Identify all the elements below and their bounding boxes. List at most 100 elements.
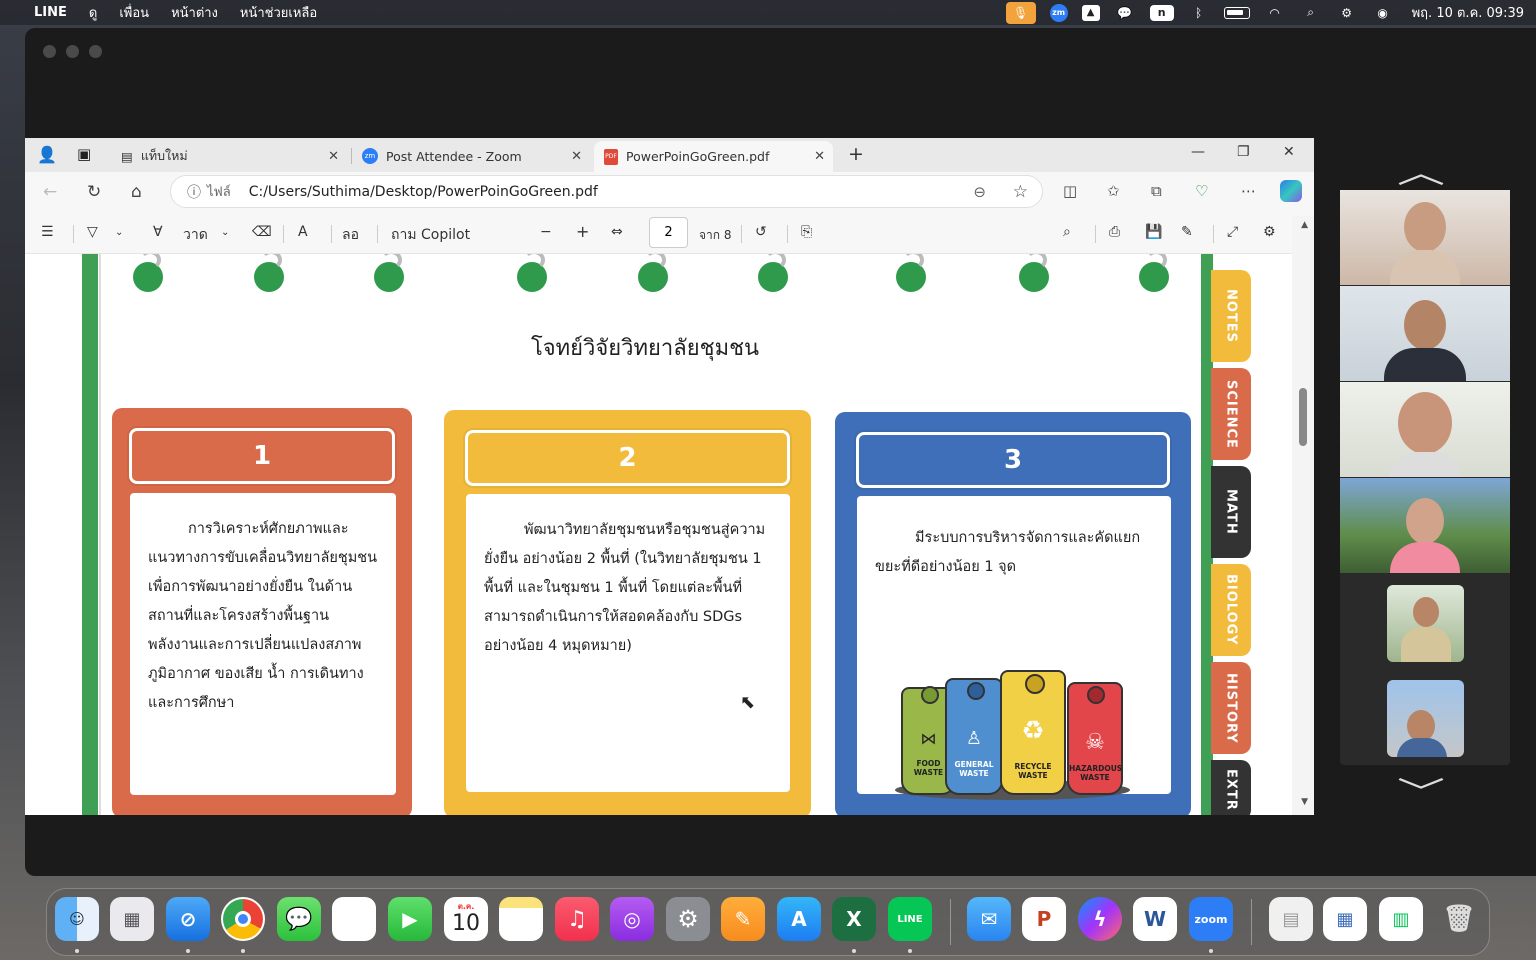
calendar-app[interactable]: ต.ค. 10	[444, 897, 488, 941]
app-store-app[interactable]: A	[777, 897, 821, 941]
back-icon[interactable]: ←	[43, 182, 57, 202]
recent-document-thumb-3[interactable]: ▥	[1379, 897, 1423, 941]
menu-clock[interactable]: พฤ. 10 ต.ค. 09:39	[1412, 2, 1524, 23]
participant-video-2[interactable]	[1340, 286, 1510, 381]
side-tab-extra[interactable]: EXTR	[1211, 760, 1251, 815]
draw-icon[interactable]: ∀	[153, 224, 163, 240]
table-of-contents-icon[interactable]: ☰	[41, 224, 54, 240]
print-icon[interactable]: ⎙	[1109, 224, 1120, 240]
trash-icon[interactable]: 🗑	[1437, 897, 1481, 941]
participant-video-5[interactable]	[1387, 585, 1464, 662]
settings-gear-icon[interactable]: ⚙	[1263, 224, 1276, 240]
chrome-app[interactable]	[221, 897, 265, 941]
scroll-up-participants-icon[interactable]: ︿	[1397, 148, 1445, 192]
new-tab-button[interactable]: +	[848, 143, 864, 165]
pdf-scrollbar[interactable]: ▲ ▼	[1292, 216, 1314, 815]
search-icon[interactable]: ⌕	[1063, 224, 1071, 240]
home-icon[interactable]: ⌂	[131, 182, 142, 202]
participant-video-4[interactable]	[1340, 478, 1510, 573]
browser-essentials-icon[interactable]: ♡	[1195, 182, 1208, 200]
photos-app[interactable]: ✿	[332, 897, 376, 941]
chevron-down-icon[interactable]: ⌄	[221, 227, 229, 238]
launchpad-app[interactable]: ▦	[110, 897, 154, 941]
participant-video-3[interactable]	[1340, 382, 1510, 477]
system-settings-app[interactable]: ⚙	[666, 897, 710, 941]
tab-actions-icon[interactable]: ▣	[77, 145, 91, 163]
save-as-icon[interactable]: ✎	[1181, 224, 1193, 240]
excel-app[interactable]: X	[832, 897, 876, 941]
microphone-icon[interactable]: 🎙	[1005, 1, 1036, 24]
menu-app-name[interactable]: LINE	[34, 5, 67, 20]
menu-view[interactable]: ดู	[89, 2, 97, 23]
save-icon[interactable]: 💾	[1145, 224, 1162, 240]
music-app[interactable]: ♫	[555, 897, 599, 941]
pages-app[interactable]: ✎	[721, 897, 765, 941]
messages-app[interactable]: 💬	[277, 897, 321, 941]
tab-pdf-active[interactable]: PDF PowerPoinGoGreen.pdf ✕	[594, 141, 833, 172]
messenger-app[interactable]: ϟ	[1078, 897, 1122, 941]
side-tab-math[interactable]: MATH	[1211, 466, 1251, 558]
rotate-icon[interactable]: ↺	[755, 224, 767, 240]
eraser-icon[interactable]: ⌫	[252, 224, 272, 240]
word-app[interactable]: W	[1133, 897, 1177, 941]
menu-friends[interactable]: เพื่อน	[119, 2, 149, 23]
fullscreen-icon[interactable]: ⤢	[1227, 224, 1238, 240]
zoom-plus-icon[interactable]: +	[576, 222, 589, 241]
close-window-icon[interactable]: ✕	[1283, 144, 1295, 160]
finder-app[interactable]: ☺	[55, 897, 99, 941]
zoom-minus-icon[interactable]: −	[540, 224, 552, 240]
window-close-dot[interactable]	[43, 45, 56, 58]
copilot-icon[interactable]	[1280, 180, 1302, 202]
close-tab-icon[interactable]: ✕	[328, 149, 339, 164]
battery-icon[interactable]	[1223, 6, 1250, 19]
url-field[interactable]: ⓘ ไฟล์ C:/Users/Suthima/Desktop/PowerPoi…	[170, 175, 1043, 208]
ask-copilot-button[interactable]: ถาม Copilot	[391, 224, 470, 246]
notes-app[interactable]	[499, 897, 543, 941]
favorites-icon[interactable]: ✩	[1107, 182, 1120, 200]
participant-video-1[interactable]	[1340, 190, 1510, 285]
menu-window[interactable]: หน้าต่าง	[171, 2, 218, 23]
side-tab-biology[interactable]: BIOLOGY	[1211, 564, 1251, 656]
facetime-app[interactable]: ▶	[388, 897, 432, 941]
tab-post-attendee-zoom[interactable]: zm Post Attendee - Zoom ✕	[352, 141, 590, 171]
control-center-icon[interactable]: ⚙	[1336, 4, 1358, 21]
scroll-down-participants-icon[interactable]: ﹀	[1397, 768, 1445, 812]
podcasts-app[interactable]: ◎	[610, 897, 654, 941]
screenshot-icon[interactable]: ▲	[1081, 4, 1100, 21]
read-aloud-button[interactable]: ลอ	[342, 224, 359, 246]
highlight-icon[interactable]: ▽	[87, 224, 98, 240]
window-minimize-dot[interactable]	[66, 45, 79, 58]
text-icon[interactable]: A	[298, 224, 308, 240]
scroll-down-icon[interactable]: ▼	[1301, 797, 1308, 807]
split-screen-icon[interactable]: ◫	[1063, 182, 1077, 200]
close-tab-icon[interactable]: ✕	[814, 149, 825, 164]
collections-icon[interactable]: ⧉	[1151, 182, 1162, 200]
recent-document-thumb-1[interactable]: ▤	[1269, 897, 1313, 941]
side-tab-history[interactable]: HISTORY	[1211, 662, 1251, 754]
zoom-out-icon[interactable]: ⊖	[973, 183, 986, 201]
restore-icon[interactable]: ❐	[1237, 144, 1250, 160]
tab-new-tab[interactable]: ▤ แท็บใหม่ ✕	[111, 141, 347, 171]
powerpoint-app[interactable]: P	[1022, 897, 1066, 941]
scroll-up-icon[interactable]: ▲	[1301, 220, 1308, 230]
profile-icon[interactable]: 👤	[37, 145, 57, 164]
side-tab-science[interactable]: SCIENCE	[1211, 368, 1251, 460]
menu-help[interactable]: หน้าช่วยเหลือ	[240, 2, 317, 23]
line-status-icon[interactable]: 💬	[1114, 4, 1136, 21]
participant-video-6[interactable]	[1387, 680, 1464, 757]
window-zoom-dot[interactable]	[89, 45, 102, 58]
chevron-down-icon[interactable]: ⌄	[115, 227, 123, 238]
spotlight-search-icon[interactable]: ⌕	[1300, 4, 1322, 21]
page-number-input[interactable]	[649, 217, 688, 248]
mail-app[interactable]: ✉	[967, 897, 1011, 941]
draw-label[interactable]: วาด	[183, 224, 208, 246]
line-app[interactable]: LINE	[888, 897, 932, 941]
page-view-icon[interactable]: ⎘	[801, 224, 812, 240]
n-app-icon[interactable]: n	[1149, 4, 1174, 21]
minimize-icon[interactable]: —	[1191, 144, 1205, 160]
siri-icon[interactable]: ◉	[1372, 4, 1394, 21]
info-icon[interactable]: ⓘ	[187, 182, 201, 202]
scroll-thumb[interactable]	[1299, 388, 1307, 446]
bluetooth-icon[interactable]: ᛒ	[1188, 4, 1210, 21]
recent-document-thumb-2[interactable]: ▦	[1323, 897, 1367, 941]
